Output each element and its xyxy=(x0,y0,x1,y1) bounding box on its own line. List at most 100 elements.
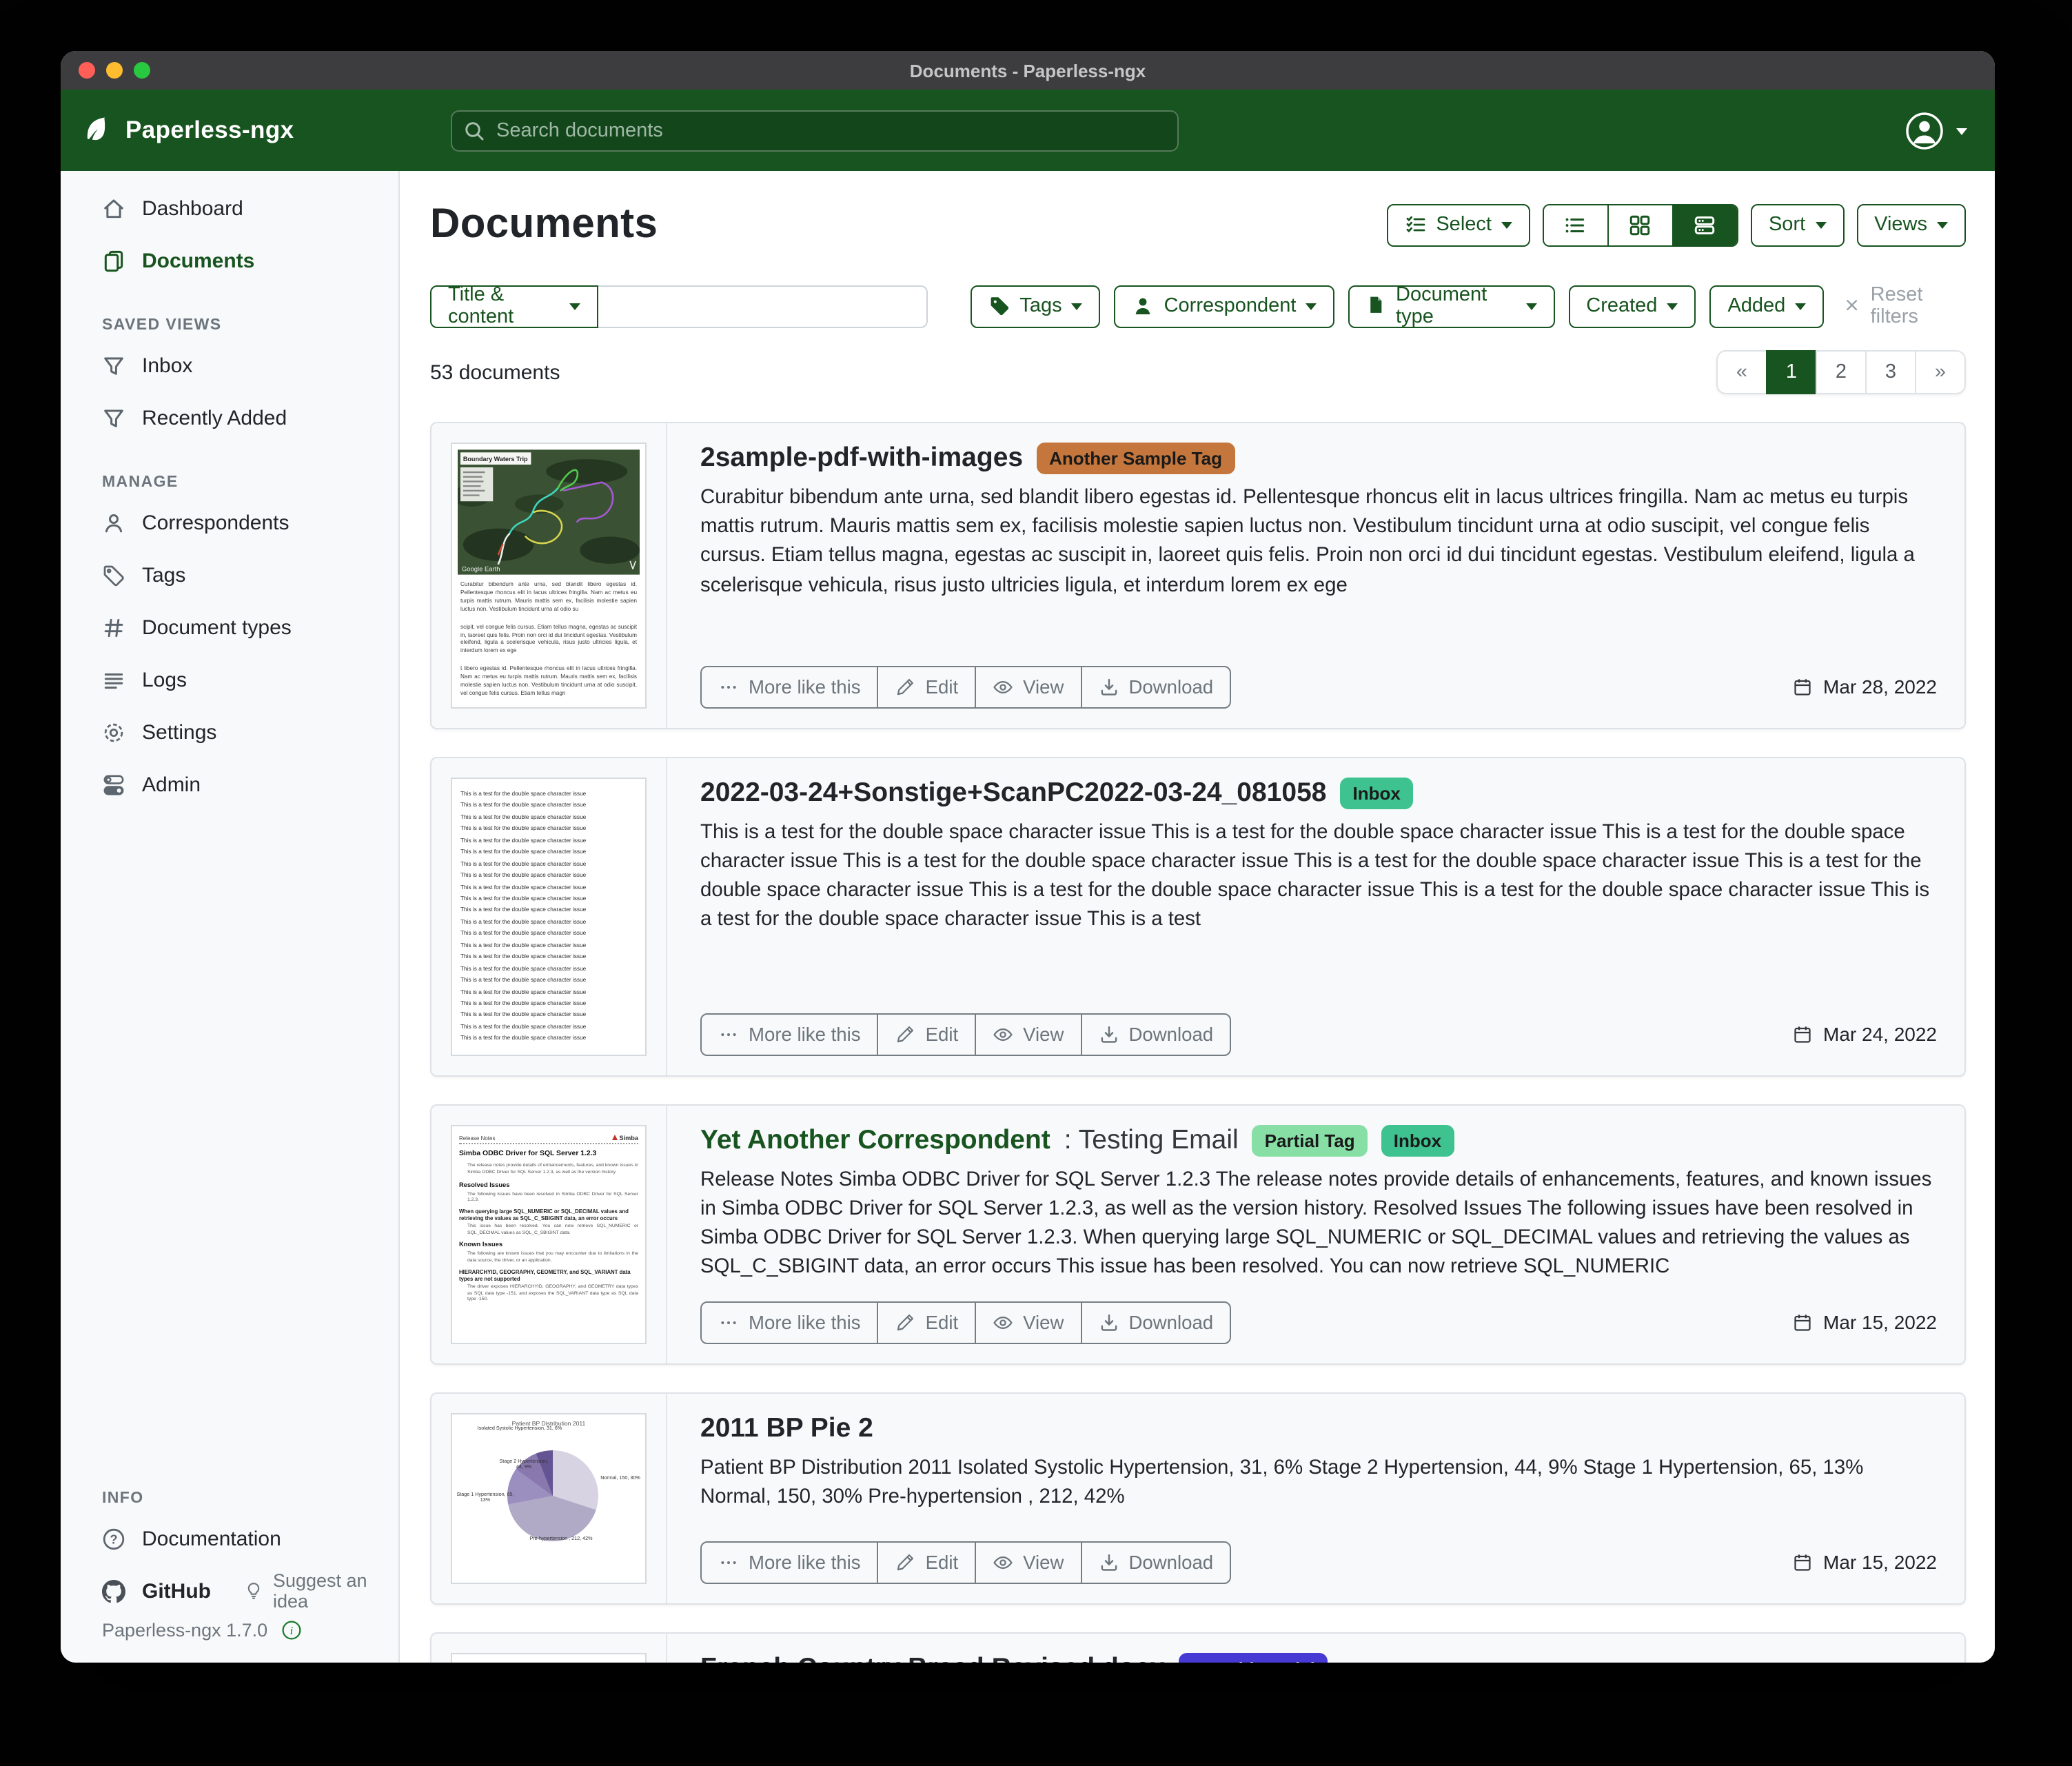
eye-icon xyxy=(993,1312,1013,1332)
document-thumbnail-cell[interactable]: This is a test for the double space char… xyxy=(431,758,667,1075)
sidebar-item-documents[interactable]: Documents xyxy=(61,240,398,281)
sidebar-item-settings[interactable]: Settings xyxy=(61,711,398,753)
reset-filters-button[interactable]: Reset filters xyxy=(1843,284,1966,328)
thumbnail-text: Resolved Issues xyxy=(459,1181,510,1188)
view-button[interactable]: View xyxy=(975,1541,1082,1584)
view-mode-list-button[interactable] xyxy=(1543,205,1607,245)
thumbnail-text-line: This is a test for the double space char… xyxy=(460,1022,587,1030)
document-thumbnail[interactable]: Release Notes Simba Simba ODBC Driver for … xyxy=(451,1124,647,1344)
document-thumbnail[interactable]: This is a test for the double space char… xyxy=(451,777,647,1056)
document-thumbnail[interactable]: Patient BP Distribution 2011 Normal, 150,… xyxy=(451,1412,647,1584)
tag-badge[interactable]: Partial Tag xyxy=(1252,1124,1368,1157)
suggest-idea-link[interactable]: Suggest an idea xyxy=(244,1570,398,1612)
select-dropdown-button[interactable]: Select xyxy=(1386,203,1530,246)
grid-view-icon xyxy=(1629,213,1652,236)
info-circle-icon[interactable]: i xyxy=(281,1620,302,1641)
thumbnail-text-line: This is a test for the double space char… xyxy=(460,988,587,995)
document-title[interactable]: 2sample-pdf-with-images xyxy=(700,443,1023,474)
document-card: This is a test for the double space char… xyxy=(430,756,1966,1077)
filter-correspondent-label: Correspondent xyxy=(1164,295,1297,317)
download-button[interactable]: Download xyxy=(1080,1013,1232,1056)
action-label: View xyxy=(1023,676,1064,698)
document-card-body: Yet Another Correspondent : Testing Email… xyxy=(667,1106,1964,1363)
filter-document-type-label: Document type xyxy=(1396,284,1487,328)
view-button[interactable]: View xyxy=(975,1301,1082,1344)
document-thumbnail-cell[interactable]: Boundary Waters Trip Google Earth Curabitu… xyxy=(431,423,667,728)
document-thumbnail-cell[interactable]: Patient BP Distribution 2011 Normal, 150,… xyxy=(431,1393,667,1603)
edit-button[interactable]: Edit xyxy=(877,665,977,709)
filter-icon xyxy=(102,354,125,377)
thumbnail-text-line: This is a test for the double space char… xyxy=(460,860,587,867)
pagination-page-1[interactable]: 1 xyxy=(1766,350,1817,394)
document-title[interactable]: French Country Bread Revised.docx xyxy=(700,1652,1165,1663)
brand[interactable]: Paperless-ngx xyxy=(61,114,400,146)
document-title[interactable]: 2022-03-24+Sonstige+ScanPC2022-03-24_081… xyxy=(700,778,1326,809)
sidebar-item-document-types[interactable]: Document types xyxy=(61,607,398,648)
sidebar-item-github[interactable]: GitHub xyxy=(61,1570,211,1612)
sidebar-item-admin[interactable]: Admin xyxy=(61,764,398,805)
document-correspondent-link[interactable]: Yet Another Correspondent xyxy=(700,1125,1050,1157)
main-content: Documents Select Sort Views Title & cont… xyxy=(400,171,1995,1663)
filter-document-type-dropdown[interactable]: Document type xyxy=(1348,284,1555,328)
document-card-footer: More like this Edit View Download Mar 24, 20… xyxy=(700,1013,1937,1056)
more-like-this-button[interactable]: More like this xyxy=(700,1301,879,1344)
document-card: Release Notes Simba Simba ODBC Driver for … xyxy=(430,1104,1966,1365)
pagination-next-button[interactable]: » xyxy=(1915,350,1966,394)
user-menu[interactable] xyxy=(1904,110,1995,151)
pagination-page-2[interactable]: 2 xyxy=(1816,350,1867,394)
more-like-this-button[interactable]: More like this xyxy=(700,1013,879,1056)
reset-filters-label: Reset filters xyxy=(1870,284,1923,328)
tag-badge[interactable]: Another Sample Tag xyxy=(1037,443,1235,474)
filter-field-label: Title & content xyxy=(448,284,514,328)
filter-text-input[interactable] xyxy=(598,285,928,327)
view-mode-grid-button[interactable] xyxy=(1607,205,1672,245)
sort-label: Sort xyxy=(1768,214,1806,236)
document-title[interactable]: 2011 BP Pie 2 xyxy=(700,1412,873,1444)
tag-badge[interactable]: Inbox xyxy=(1340,777,1413,809)
sidebar-item-tags[interactable]: Tags xyxy=(61,554,398,596)
filter-tags-dropdown[interactable]: Tags xyxy=(970,285,1101,327)
sidebar-item-logs[interactable]: Logs xyxy=(61,659,398,700)
document-thumbnail-cell[interactable]: Release Notes Simba Simba ODBC Driver for … xyxy=(431,1105,667,1363)
download-button[interactable]: Download xyxy=(1080,665,1232,709)
edit-button[interactable]: Edit xyxy=(877,1301,977,1344)
view-button[interactable]: View xyxy=(975,665,1082,709)
more-like-this-button[interactable]: More like this xyxy=(700,1541,879,1584)
document-thumbnail[interactable]: French Country BreadFor the Leaven1 heap… xyxy=(451,1652,647,1663)
thumbnail-text-line: This is a test for the double space char… xyxy=(460,906,587,913)
tag-badge[interactable]: Inbox xyxy=(1381,1124,1454,1157)
download-button[interactable]: Download xyxy=(1080,1541,1232,1584)
document-actions: More like this Edit View Download xyxy=(700,1541,1232,1584)
filter-created-dropdown[interactable]: Created xyxy=(1568,285,1696,327)
views-dropdown-button[interactable]: Views xyxy=(1856,203,1966,246)
thumbnail-text-line: This is a test for the double space char… xyxy=(460,1034,587,1042)
document-thumbnail-cell[interactable]: French Country BreadFor the Leaven1 heap… xyxy=(431,1633,667,1663)
pagination-prev-button[interactable]: « xyxy=(1716,350,1767,394)
sidebar-item-recently-added[interactable]: Recently Added xyxy=(61,397,398,438)
more-like-this-button[interactable]: More like this xyxy=(700,665,879,709)
document-excerpt: Release Notes Simba ODBC Driver for SQL … xyxy=(700,1168,1932,1279)
pagination-page-3[interactable]: 3 xyxy=(1865,350,1916,394)
chevron-down-icon xyxy=(1937,222,1948,229)
view-button[interactable]: View xyxy=(975,1013,1082,1056)
sort-dropdown-button[interactable]: Sort xyxy=(1750,203,1845,246)
sidebar-item-documentation[interactable]: ? Documentation xyxy=(61,1518,398,1559)
chevron-down-icon xyxy=(1667,303,1678,310)
filter-correspondent-dropdown[interactable]: Correspondent xyxy=(1114,285,1335,327)
download-button[interactable]: Download xyxy=(1080,1301,1232,1344)
sidebar-item-correspondents[interactable]: Correspondents xyxy=(61,502,398,543)
person-icon xyxy=(102,511,125,534)
filter-added-dropdown[interactable]: Added xyxy=(1709,285,1825,327)
edit-button[interactable]: Edit xyxy=(877,1013,977,1056)
gear-icon xyxy=(102,720,125,744)
filter-field-dropdown[interactable]: Title & content xyxy=(430,284,599,328)
tag-badge[interactable]: TagWithPartial xyxy=(1179,1652,1328,1663)
sidebar-item-dashboard[interactable]: Dashboard xyxy=(61,187,398,229)
sidebar-item-inbox[interactable]: Inbox xyxy=(61,345,398,386)
document-thumbnail[interactable]: Boundary Waters Trip Google Earth Curabitu… xyxy=(451,443,647,709)
document-title[interactable]: : Testing Email xyxy=(1064,1125,1239,1157)
eye-icon xyxy=(993,677,1013,698)
search-input[interactable] xyxy=(451,110,1179,151)
view-mode-details-button[interactable] xyxy=(1672,205,1737,245)
edit-button[interactable]: Edit xyxy=(877,1541,977,1584)
